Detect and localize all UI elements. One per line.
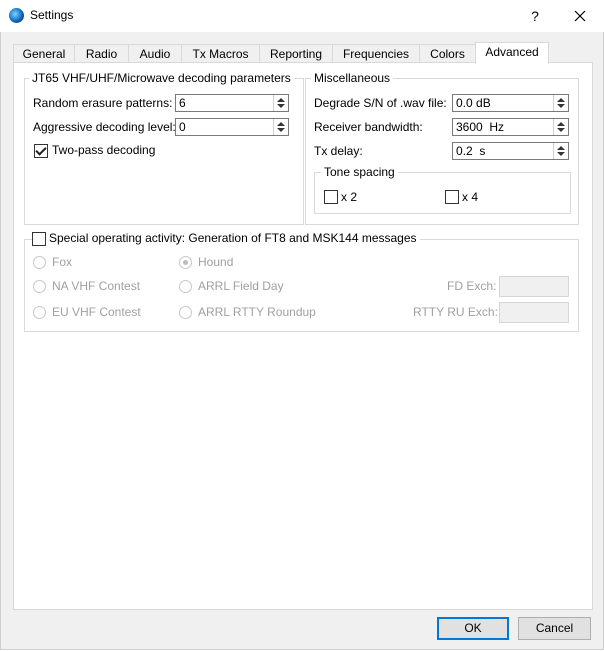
spin-down-icon[interactable] — [277, 128, 285, 132]
spin-down-icon[interactable] — [557, 104, 565, 108]
receiver-bandwidth-label: Receiver bandwidth: — [314, 120, 423, 134]
na-vhf-contest-label: NA VHF Contest — [52, 279, 141, 293]
spin-up-icon[interactable] — [557, 146, 565, 150]
degrade-sn-value: 0.0 dB — [456, 96, 491, 110]
spin-up-icon[interactable] — [557, 122, 565, 126]
special-activity-title: Special operating activity: Generation o… — [46, 231, 420, 245]
window-title: Settings — [30, 8, 74, 22]
random-erasure-spinbox[interactable]: 6 — [175, 94, 289, 112]
spin-up-icon[interactable] — [277, 122, 285, 126]
spin-down-icon[interactable] — [557, 152, 565, 156]
x4-label: x 4 — [462, 190, 479, 204]
ok-button[interactable]: OK — [437, 617, 509, 640]
title-bar: Settings ? — [0, 0, 604, 32]
na-vhf-contest-radio[interactable] — [33, 280, 46, 293]
spin-up-icon[interactable] — [557, 98, 565, 102]
help-button[interactable]: ? — [522, 4, 548, 28]
aggressive-decoding-label: Aggressive decoding level: — [33, 120, 176, 134]
hound-radio[interactable] — [179, 256, 192, 269]
misc-group-title: Miscellaneous — [311, 71, 394, 85]
tab-colors[interactable]: Colors — [419, 44, 476, 63]
fox-label: Fox — [52, 255, 73, 269]
spin-down-icon[interactable] — [557, 128, 565, 132]
close-button[interactable] — [566, 4, 594, 28]
tab-radio[interactable]: Radio — [74, 44, 129, 63]
fd-exch-input[interactable] — [499, 276, 569, 297]
spin-arrows[interactable] — [553, 119, 568, 135]
tab-audio[interactable]: Audio — [128, 44, 182, 63]
fd-exch-label: FD Exch: — [447, 279, 497, 293]
x2-label: x 2 — [341, 190, 358, 204]
rtty-exch-input[interactable] — [499, 302, 569, 323]
tab-advanced[interactable]: Advanced — [475, 42, 549, 64]
random-erasure-value: 6 — [179, 96, 186, 110]
eu-vhf-contest-radio[interactable] — [33, 306, 46, 319]
fox-radio[interactable] — [33, 256, 46, 269]
close-icon — [574, 10, 586, 22]
aggressive-decoding-value: 0 — [179, 120, 186, 134]
tab-tx-macros[interactable]: Tx Macros — [181, 44, 260, 63]
spin-arrows[interactable] — [553, 143, 568, 159]
receiver-bandwidth-spinbox[interactable]: 3600 Hz — [452, 118, 569, 136]
aggressive-decoding-spinbox[interactable]: 0 — [175, 118, 289, 136]
spin-arrows[interactable] — [273, 119, 288, 135]
arrl-rtty-roundup-label: ARRL RTTY Roundup — [198, 305, 316, 319]
hound-label: Hound — [198, 255, 234, 269]
rtty-exch-label: RTTY RU Exch: — [413, 305, 498, 319]
advanced-panel: JT65 VHF/UHF/Microwave decoding paramete… — [13, 62, 593, 610]
tx-delay-value: 0.2 s — [456, 144, 486, 158]
cancel-button[interactable]: Cancel — [518, 617, 591, 640]
special-activity-checkbox[interactable] — [32, 232, 46, 246]
x2-checkbox[interactable] — [324, 190, 338, 204]
app-globe-icon — [9, 8, 24, 23]
arrl-field-day-label: ARRL Field Day — [198, 279, 284, 293]
spin-down-icon[interactable] — [277, 104, 285, 108]
tone-spacing-title: Tone spacing — [321, 165, 398, 179]
two-pass-label: Two-pass decoding — [52, 143, 156, 157]
jt65-group-title: JT65 VHF/UHF/Microwave decoding paramete… — [29, 71, 294, 85]
degrade-sn-spinbox[interactable]: 0.0 dB — [452, 94, 569, 112]
tab-reporting[interactable]: Reporting — [259, 44, 333, 63]
spin-arrows[interactable] — [273, 95, 288, 111]
arrl-field-day-radio[interactable] — [179, 280, 192, 293]
spin-arrows[interactable] — [553, 95, 568, 111]
tab-general[interactable]: General — [13, 44, 75, 63]
random-erasure-label: Random erasure patterns: — [33, 96, 173, 110]
spin-up-icon[interactable] — [277, 98, 285, 102]
tab-frequencies[interactable]: Frequencies — [332, 44, 420, 63]
x4-checkbox[interactable] — [445, 190, 459, 204]
tx-delay-spinbox[interactable]: 0.2 s — [452, 142, 569, 160]
eu-vhf-contest-label: EU VHF Contest — [52, 305, 141, 319]
two-pass-checkbox[interactable] — [34, 144, 48, 158]
degrade-sn-label: Degrade S/N of .wav file: — [314, 96, 447, 110]
tx-delay-label: Tx delay: — [314, 144, 363, 158]
receiver-bandwidth-value: 3600 Hz — [456, 120, 505, 134]
arrl-rtty-roundup-radio[interactable] — [179, 306, 192, 319]
